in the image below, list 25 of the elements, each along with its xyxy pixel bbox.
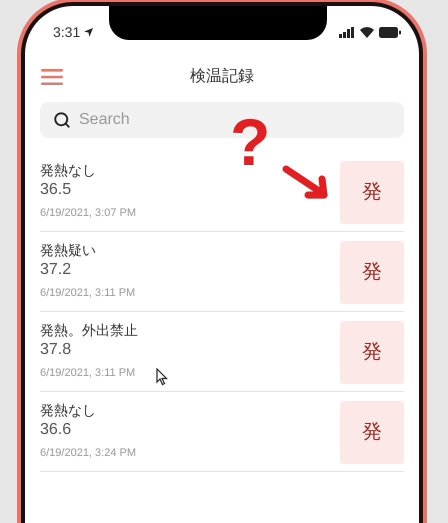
wifi-icon [360,26,374,38]
page-title: 検温記録 [190,66,254,87]
record-temperature: 36.5 [40,180,72,200]
record-temperature: 36.6 [40,420,72,440]
record-temperature: 37.2 [40,260,72,280]
record-timestamp: 6/19/2021, 3:11 PM [40,286,136,301]
record-timestamp: 6/19/2021, 3:07 PM [40,206,136,221]
battery-icon [379,26,401,38]
search-icon [53,111,71,129]
record-note: 発熱。外出禁止 [40,321,138,339]
record-temperature: 37.8 [40,340,72,360]
record-note: 発熱なし [40,161,97,179]
record-badge[interactable]: 発 [340,320,404,384]
record-note: 発熱なし [40,401,97,419]
mouse-pointer-icon [156,368,168,386]
record-timestamp: 6/19/2021, 3:24 PM [40,446,136,461]
signal-icon [339,26,355,38]
record-badge[interactable]: 発 [340,160,404,224]
menu-icon[interactable] [41,69,63,85]
record-timestamp: 6/19/2021, 3:11 PM [40,366,136,381]
record-badge[interactable]: 発 [340,400,404,464]
record-badge[interactable]: 発 [340,240,404,304]
status-time: 3:31 [53,22,80,42]
record-note: 発熱疑い [40,241,97,259]
location-arrow-icon [84,28,94,36]
